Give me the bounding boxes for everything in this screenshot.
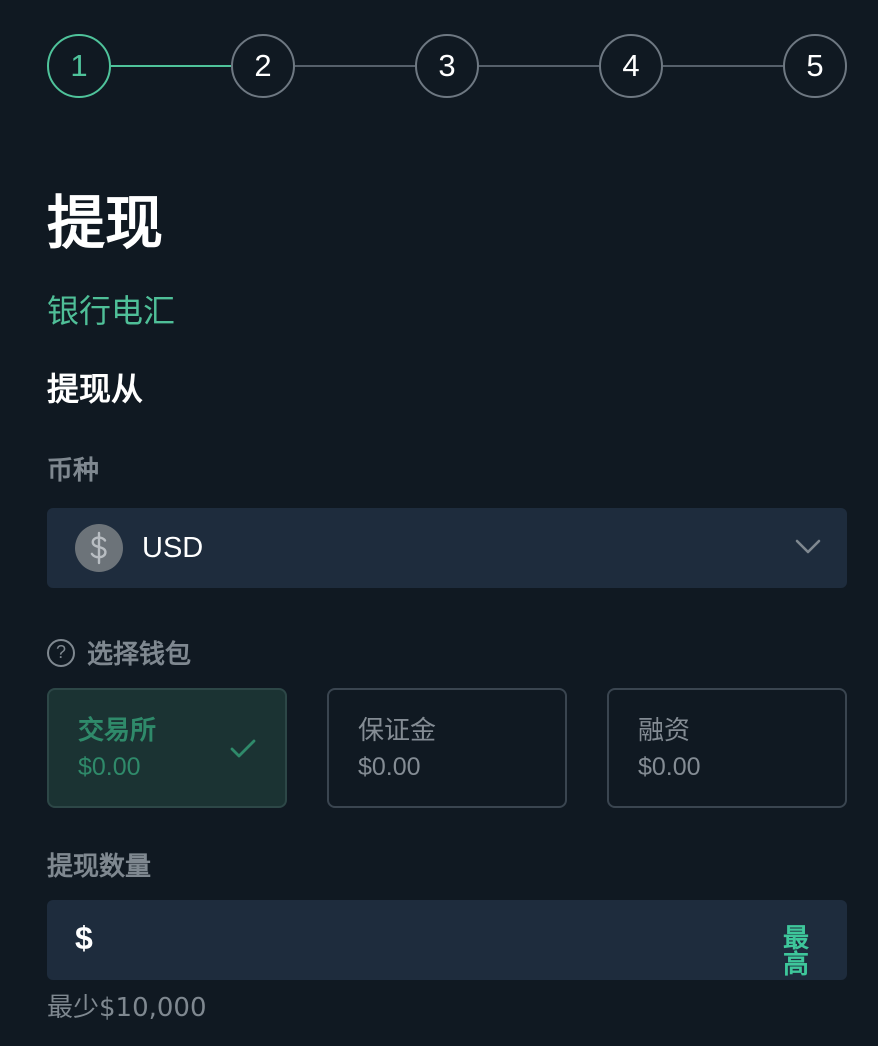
step-4[interactable]: 4 <box>599 34 663 98</box>
page-title: 提现 <box>47 189 164 257</box>
wallet-option-margin[interactable]: 保证金 $0.00 <box>327 688 567 808</box>
currency-label: 币种 <box>47 456 100 486</box>
withdraw-amount-label: 提现数量 <box>47 852 152 882</box>
wallet-label: 选择钱包 <box>87 640 192 670</box>
step-1[interactable]: 1 <box>47 34 111 98</box>
currency-value: USD <box>142 531 204 564</box>
wallet-option-exchange[interactable]: 交易所 $0.00 <box>47 688 287 808</box>
chevron-down-icon <box>795 539 821 554</box>
amount-input[interactable] <box>109 914 759 966</box>
step-3[interactable]: 3 <box>415 34 479 98</box>
wallet-option-amount: $0.00 <box>638 753 701 781</box>
help-icon[interactable]: ? <box>47 638 75 667</box>
wallet-label-row: ? 选择钱包 <box>47 634 191 671</box>
max-button[interactable]: 最高 <box>781 926 811 978</box>
step-connector <box>663 65 783 67</box>
withdraw-page: 1 2 3 4 5 提现 银行电汇 提现从 币种 USD ? 选择钱包 交易所 … <box>0 0 878 1046</box>
wallet-option-name: 保证金 <box>358 716 437 746</box>
currency-prefix: $ <box>75 920 93 956</box>
step-connector <box>479 65 599 67</box>
amount-field: $ 最高 <box>47 900 847 980</box>
currency-select[interactable]: USD <box>47 508 847 588</box>
step-2[interactable]: 2 <box>231 34 295 98</box>
wallet-option-amount: $0.00 <box>358 753 421 781</box>
dollar-coin-icon <box>75 524 123 572</box>
step-connector <box>111 65 231 67</box>
step-connector <box>295 65 415 67</box>
step-5[interactable]: 5 <box>783 34 847 98</box>
wallet-option-funding[interactable]: 融资 $0.00 <box>607 688 847 808</box>
progress-stepper: 1 2 3 4 5 <box>47 34 847 98</box>
check-icon <box>230 739 256 758</box>
minimum-amount-note: 最少$10,000 <box>47 993 207 1023</box>
withdraw-from-heading: 提现从 <box>47 370 144 408</box>
wallet-option-name: 融资 <box>638 716 691 746</box>
withdraw-method: 银行电汇 <box>47 292 176 330</box>
